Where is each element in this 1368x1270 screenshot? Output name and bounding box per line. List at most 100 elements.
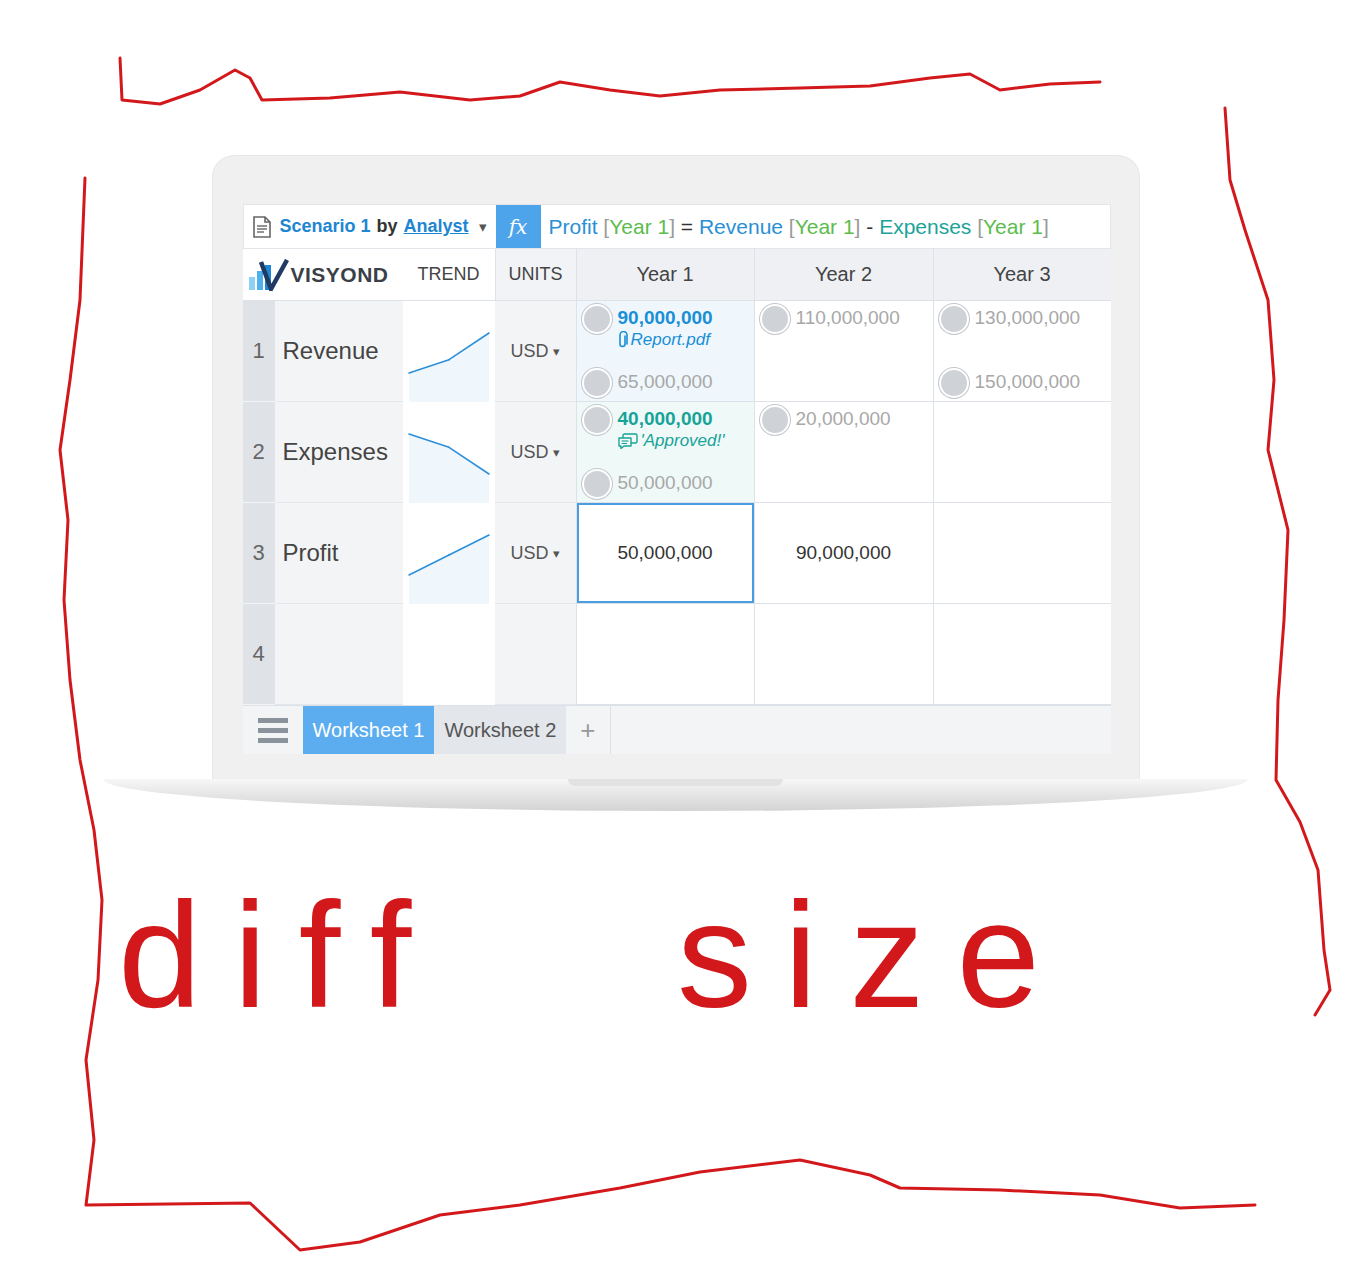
avatar-photo [939, 368, 969, 398]
formula-token: Profit [549, 215, 598, 239]
empty-cell[interactable] [754, 604, 933, 705]
scenario-selector[interactable]: Scenario 1byAnalyst▾ [244, 205, 496, 248]
row-number[interactable]: 2 [243, 402, 275, 503]
formula-bar: Scenario 1byAnalyst▾fxProfit [Year 1] = … [243, 204, 1111, 249]
dropdown-caret-icon[interactable]: ▾ [479, 218, 487, 236]
row-label-text: Profit [283, 539, 339, 567]
dropdown-caret-icon[interactable]: ▾ [553, 445, 560, 460]
column-header: Year 3 [933, 249, 1111, 301]
row-label[interactable] [275, 604, 403, 705]
worksheet-tab-bar: Worksheet 1Worksheet 2+ [243, 705, 1111, 754]
formula-token: Year 1 [609, 215, 669, 239]
hamburger-icon [258, 718, 288, 743]
input-cell[interactable]: 20,000,000 [754, 402, 933, 503]
row-number[interactable]: 4 [243, 604, 275, 705]
row-number[interactable]: 3 [243, 503, 275, 604]
formula-cell[interactable] [933, 503, 1111, 604]
sparkline-chart [403, 402, 495, 503]
worksheet-tab[interactable]: Worksheet 1 [303, 706, 435, 754]
formula-cell[interactable]: 50,000,000 [576, 503, 754, 604]
formula-input[interactable]: Profit [Year 1] = Revenue [Year 1] - Exp… [541, 205, 1110, 248]
avatar-photo [582, 405, 612, 435]
empty-cell[interactable] [576, 604, 754, 705]
add-worksheet-button[interactable]: + [566, 706, 610, 754]
row-label[interactable]: Profit [275, 503, 403, 604]
unit-cell[interactable]: USD ▾ [495, 301, 576, 402]
formula-cell[interactable]: 90,000,000 [754, 503, 933, 604]
unit-text: USD [510, 341, 548, 362]
formula-token: Year 1 [795, 215, 855, 239]
sparkline-segment [409, 360, 449, 373]
sparkline-chart [403, 503, 495, 604]
input-cell[interactable] [933, 402, 1111, 503]
logo-text: VISYOND [291, 263, 389, 287]
laptop-base [103, 779, 1248, 811]
sheet-grid: VISYONDTRENDUNITSYear 1Year 2Year 31Reve… [243, 249, 1111, 705]
formula-token: Expenses [879, 215, 971, 239]
laptop: Scenario 1byAnalyst▾fxProfit [Year 1] = … [103, 0, 1248, 811]
note-text: 'Approved!' [641, 430, 725, 452]
sparkline-segment [409, 555, 449, 575]
fx-button[interactable]: fx [496, 205, 541, 248]
column-header: Year 2 [754, 249, 933, 301]
entry-value: 40,000,000 [618, 408, 725, 430]
logo: VISYOND [243, 249, 403, 301]
unit-cell[interactable]: USD ▾ [495, 402, 576, 503]
column-header: TREND [403, 249, 495, 301]
menu-button[interactable] [243, 706, 303, 754]
dropdown-caret-icon[interactable]: ▾ [553, 344, 560, 359]
input-cell[interactable]: 90,000,000Report.pdf 65,000,000 [576, 301, 754, 402]
trend-cell [403, 503, 495, 604]
page: Scenario 1byAnalyst▾fxProfit [Year 1] = … [0, 0, 1368, 1270]
avatar-photo [582, 368, 612, 398]
unit-cell [495, 604, 576, 705]
formula-token: - [860, 215, 879, 239]
input-cell[interactable]: 130,000,000 150,000,000 [933, 301, 1111, 402]
unit-text: USD [510, 442, 548, 463]
scenario-name: Scenario 1 [280, 216, 371, 237]
cell-entry[interactable]: 50,000,000 [582, 469, 750, 499]
avatar-photo [760, 405, 790, 435]
document-icon [250, 215, 274, 239]
scribble-line [120, 58, 1100, 104]
input-cell[interactable]: 110,000,000 [754, 301, 933, 402]
visyond-logo-icon [247, 259, 289, 291]
column-header: UNITS [495, 249, 576, 301]
row-label[interactable]: Expenses [275, 402, 403, 503]
unit-cell[interactable]: USD ▾ [495, 503, 576, 604]
sparkline-segment [409, 434, 449, 447]
trend-cell [403, 604, 495, 705]
formula-token: ] [855, 215, 861, 239]
sparkline-area [409, 333, 489, 402]
row-number[interactable]: 1 [243, 301, 275, 402]
worksheet-tab[interactable]: Worksheet 2 [434, 706, 566, 754]
entry-note[interactable]: Report.pdf [618, 329, 713, 351]
cell-entry[interactable]: 150,000,000 [939, 368, 1107, 398]
dropdown-caret-icon[interactable]: ▾ [553, 546, 560, 561]
cell-value: 50,000,000 [617, 542, 712, 564]
sparkline-segment [449, 447, 489, 474]
laptop-screen: Scenario 1byAnalyst▾fxProfit [Year 1] = … [212, 155, 1140, 779]
cell-value: 90,000,000 [796, 542, 891, 564]
avatar-photo [582, 304, 612, 334]
cell-entry[interactable]: 130,000,000 [939, 304, 1107, 334]
sparkline-segment [449, 535, 489, 555]
cell-entry[interactable]: 40,000,000'Approved!' [582, 405, 750, 452]
entry-value: 65,000,000 [618, 371, 713, 393]
entry-value: 110,000,000 [796, 307, 900, 329]
input-cell[interactable]: 40,000,000'Approved!' 50,000,000 [576, 402, 754, 503]
empty-cell[interactable] [933, 604, 1111, 705]
sparkline-area [409, 535, 489, 604]
cell-entry[interactable]: 65,000,000 [582, 368, 750, 398]
formula-token: [ [598, 215, 610, 239]
unit-text: USD [510, 543, 548, 564]
cell-entry[interactable]: 90,000,000Report.pdf [582, 304, 750, 351]
entry-value: 130,000,000 [975, 307, 1081, 329]
cell-entry[interactable]: 20,000,000 [760, 405, 929, 435]
cell-entry[interactable]: 110,000,000 [760, 304, 929, 334]
row-label[interactable]: Revenue [275, 301, 403, 402]
sparkline-segment [449, 333, 489, 360]
scenario-author[interactable]: Analyst [404, 216, 469, 237]
entry-note[interactable]: 'Approved!' [618, 430, 725, 452]
spreadsheet-app: Scenario 1byAnalyst▾fxProfit [Year 1] = … [243, 204, 1111, 754]
